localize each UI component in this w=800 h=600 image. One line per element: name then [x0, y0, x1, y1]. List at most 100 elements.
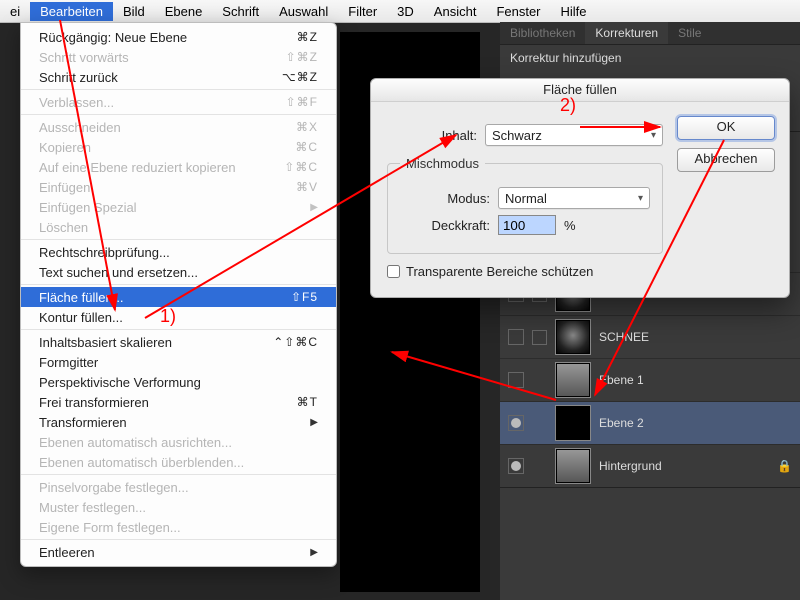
menu-item: Eigene Form festlegen...: [21, 517, 336, 537]
caret-icon: ▾: [651, 130, 656, 141]
menu-item-label: Formgitter: [39, 355, 98, 370]
menu-item-label: Text suchen und ersetzen...: [39, 265, 198, 280]
menu-item-label: Frei transformieren: [39, 395, 149, 410]
layer-row[interactable]: Ebene 2: [500, 401, 800, 444]
tab-korrekturen[interactable]: Korrekturen: [585, 22, 668, 44]
menu-item-ansicht[interactable]: Ansicht: [424, 2, 487, 21]
menu-item-shortcut: ⇧F5: [258, 290, 318, 304]
menu-item-label: Kopieren: [39, 140, 91, 155]
layer-thumbnail[interactable]: [555, 362, 591, 398]
menu-item-shortcut: ⌘C: [258, 140, 318, 154]
content-label: Inhalt:: [387, 128, 477, 143]
opacity-label: Deckkraft:: [400, 218, 490, 233]
menu-item-auswahl[interactable]: Auswahl: [269, 2, 338, 21]
layer-row[interactable]: Ebene 1: [500, 358, 800, 401]
menu-item[interactable]: Transformieren ▶: [21, 412, 336, 432]
menu-item-bild[interactable]: Bild: [113, 2, 155, 21]
tab-stile[interactable]: Stile: [668, 22, 711, 44]
menu-item-fenster[interactable]: Fenster: [486, 2, 550, 21]
menu-item-label: Muster festlegen...: [39, 500, 146, 515]
menu-item: Einfügen⌘V: [21, 177, 336, 197]
menu-item-label: Pinselvorgabe festlegen...: [39, 480, 189, 495]
visibility-toggle[interactable]: [508, 458, 524, 474]
mode-label: Modus:: [400, 191, 490, 206]
blend-group: Mischmodus Modus: Normal ▾ Deckkraft: %: [387, 156, 663, 254]
content-select[interactable]: Schwarz ▾: [485, 124, 663, 146]
visibility-toggle[interactable]: [508, 372, 524, 388]
mode-select[interactable]: Normal ▾: [498, 187, 650, 209]
menu-item[interactable]: Schritt zurück⌥⌘Z: [21, 67, 336, 87]
layer-thumbnail[interactable]: [555, 448, 591, 484]
menu-item[interactable]: Perspektivische Verformung: [21, 372, 336, 392]
menu-item-shortcut: ⌘X: [258, 120, 318, 134]
layer-name: Ebene 1: [599, 373, 792, 387]
menu-item-label: Eigene Form festlegen...: [39, 520, 181, 535]
menu-item-3d[interactable]: 3D: [387, 2, 424, 21]
caret-icon: ▾: [638, 193, 643, 204]
adjustments-title: Korrektur hinzufügen: [500, 45, 800, 71]
menu-item-label: Kontur füllen...: [39, 310, 123, 325]
menu-item[interactable]: Inhaltsbasiert skalieren⌃⇧⌘C: [21, 332, 336, 352]
menu-item-label: Einfügen Spezial: [39, 200, 137, 215]
menu-item-bearbeiten[interactable]: Bearbeiten: [30, 2, 113, 21]
menu-item[interactable]: Frei transformieren ⌘T: [21, 392, 336, 412]
menu-item-hilfe[interactable]: Hilfe: [551, 2, 597, 21]
menu-item-label: Fläche füllen...: [39, 290, 124, 305]
preserve-transparency-label: Transparente Bereiche schützen: [406, 264, 593, 279]
menu-item: Löschen: [21, 217, 336, 237]
menu-item: Muster festlegen...: [21, 497, 336, 517]
menu-item: Ebenen automatisch überblenden...: [21, 452, 336, 472]
menu-item[interactable]: Text suchen und ersetzen...: [21, 262, 336, 282]
submenu-arrow-icon: ▶: [310, 202, 318, 213]
layer-row[interactable]: SCHNEE: [500, 315, 800, 358]
opacity-unit: %: [564, 218, 576, 233]
layer-row[interactable]: Hintergrund🔒: [500, 444, 800, 487]
menu-item-ebene[interactable]: Ebene: [155, 2, 213, 21]
menu-item[interactable]: Rückgängig: Neue Ebene⌘Z: [21, 27, 336, 47]
menu-item-filter[interactable]: Filter: [338, 2, 387, 21]
menu-item[interactable]: Formgitter: [21, 352, 336, 372]
ok-button[interactable]: OK: [677, 116, 775, 140]
submenu-arrow-icon: ▶: [310, 417, 318, 428]
visibility-toggle[interactable]: [508, 415, 524, 431]
menu-item-shortcut: ⌘T: [258, 395, 318, 409]
menu-item-label: Rückgängig: Neue Ebene: [39, 30, 187, 45]
menu-item: Auf eine Ebene reduziert kopieren⇧⌘C: [21, 157, 336, 177]
menu-item-schrift[interactable]: Schrift: [212, 2, 269, 21]
menu-item-label: Einfügen: [39, 180, 90, 195]
layer-thumbnail[interactable]: [555, 405, 591, 441]
menu-item-label: Ebenen automatisch ausrichten...: [39, 435, 232, 450]
opacity-input[interactable]: [498, 215, 556, 235]
dialog-title: Fläche füllen: [371, 79, 789, 102]
menu-item: Verblassen... ⇧⌘F: [21, 92, 336, 112]
visibility-toggle[interactable]: [508, 329, 524, 345]
menu-item[interactable]: Rechtschreibprüfung...: [21, 242, 336, 262]
menu-item: Ebenen automatisch ausrichten...: [21, 432, 336, 452]
preserve-transparency-checkbox[interactable]: [387, 265, 400, 278]
layer-checkbox[interactable]: [532, 330, 547, 345]
menu-item-label: Verblassen...: [39, 95, 114, 110]
submenu-arrow-icon: ▶: [310, 547, 318, 558]
menu-item[interactable]: Entleeren ▶: [21, 542, 336, 562]
blend-legend: Mischmodus: [400, 156, 485, 171]
menu-item-label: Entleeren: [39, 545, 95, 560]
menu-item[interactable]: Fläche füllen... ⇧F5: [21, 287, 336, 307]
edit-dropdown: Rückgängig: Neue Ebene⌘ZSchritt vorwärts…: [20, 22, 337, 567]
layer-thumbnail[interactable]: [555, 319, 591, 355]
tab-bibliotheken[interactable]: Bibliotheken: [500, 22, 585, 44]
menu-item[interactable]: Kontur füllen...: [21, 307, 336, 327]
mode-value: Normal: [505, 191, 547, 206]
menu-item: Pinselvorgabe festlegen...: [21, 477, 336, 497]
menu-item-shortcut: ⇧⌘F: [258, 95, 318, 109]
menu-item-datei-partial[interactable]: ei: [4, 2, 30, 21]
cancel-button[interactable]: Abbrechen: [677, 148, 775, 172]
menu-item-label: Schritt vorwärts: [39, 50, 129, 65]
menu-item: Schritt vorwärts⇧⌘Z: [21, 47, 336, 67]
menu-item-shortcut: ⌥⌘Z: [258, 70, 318, 84]
menu-item-label: Ausschneiden: [39, 120, 121, 135]
menu-item-label: Transformieren: [39, 415, 127, 430]
lock-icon: 🔒: [777, 459, 792, 473]
menu-item: Kopieren ⌘C: [21, 137, 336, 157]
layer-name: Ebene 2: [599, 416, 792, 430]
menubar: ei Bearbeiten Bild Ebene Schrift Auswahl…: [0, 0, 800, 23]
